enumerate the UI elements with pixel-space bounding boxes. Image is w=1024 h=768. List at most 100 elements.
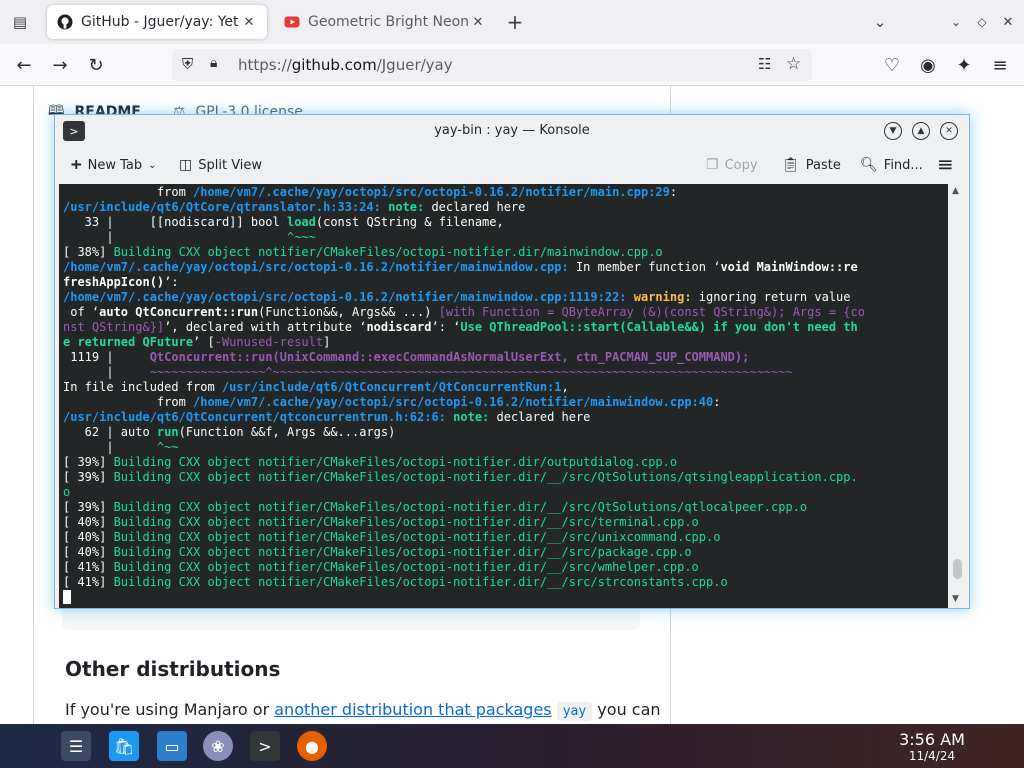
- paste-button[interactable]: 📋︎ Paste: [782, 157, 841, 173]
- terminal-text: freshAppIcon(): [63, 275, 165, 289]
- terminal-text: Use QThreadPool::start(Callable&&) if yo…: [460, 320, 858, 334]
- scroll-down-icon[interactable]: ▼: [952, 594, 959, 604]
- terminal-text: Building CXX object notifier/CMakeFiles/…: [113, 500, 808, 514]
- shield-icon[interactable]: ⛨: [182, 55, 193, 73]
- window-title: yay-bin : yay — Konsole: [434, 123, 590, 138]
- terminal-scrollbar[interactable]: ▲ ▼: [950, 184, 965, 608]
- new-tab-label: New Tab: [87, 157, 143, 173]
- terminal-text: nodiscard: [366, 320, 432, 334]
- tab-title: Geometric Bright Neon Tr: [308, 14, 470, 30]
- tab-github-yay[interactable]: GitHub - Jguer/yay: Yet an ✕: [47, 5, 267, 39]
- url-scheme: https://: [238, 56, 292, 74]
- url-bar[interactable]: ⛨ 🔒︎ https://github.com/Jguer/yay ☷ ☆: [172, 49, 812, 81]
- terminal-text: In file included from: [63, 380, 222, 394]
- list-all-tabs-icon[interactable]: ▤: [8, 10, 32, 34]
- github-icon: [57, 14, 73, 30]
- close-icon[interactable]: ✕: [940, 122, 958, 140]
- terminal-text: 33 | [[nodiscard]] bool: [63, 215, 287, 229]
- terminal-line: 1119 | QtConcurrent::run(UnixCommand::ex…: [63, 350, 865, 365]
- tab-neon[interactable]: Geometric Bright Neon Tr ✕: [274, 5, 496, 39]
- terminal-text: o: [63, 485, 71, 499]
- terminal-line: [ 39%] Building CXX object notifier/CMak…: [63, 470, 865, 485]
- reload-icon[interactable]: ↻: [82, 52, 110, 78]
- konsole-toolbar: ➕︎ New Tab ⌄ ◫ Split View ❐ Copy 📋︎ Past…: [55, 147, 969, 183]
- terminal-text: In member function ‘: [568, 260, 721, 274]
- terminal-text: |: [63, 230, 287, 244]
- terminal-line: /home/vm7/.cache/yay/octopi/src/octopi-0…: [63, 290, 865, 305]
- terminal-line: [ 41%] Building CXX object notifier/CMak…: [63, 560, 865, 575]
- scroll-up-icon[interactable]: ▲: [952, 186, 959, 196]
- konsole-titlebar[interactable]: > yay-bin : yay — Konsole ▼ ▲ ✕: [55, 115, 969, 147]
- terminal-text: [ 39%]: [63, 455, 114, 469]
- paragraph-text-end: you can: [592, 700, 661, 719]
- terminal-text: from: [63, 185, 194, 199]
- terminal-text: ’ [: [193, 335, 215, 349]
- split-view-icon: ◫: [179, 157, 193, 173]
- maximize-icon[interactable]: ▲: [912, 122, 930, 140]
- terminal-line: freshAppIcon()’:: [63, 275, 865, 290]
- bookmark-star-icon[interactable]: ☆: [786, 54, 801, 74]
- firefox-icon[interactable]: ●: [297, 731, 327, 761]
- terminal-text: Building CXX object notifier/CMakeFiles/…: [113, 545, 692, 559]
- find-button[interactable]: 🔍︎ Find...: [860, 157, 923, 173]
- terminal-text: load: [286, 215, 316, 229]
- terminal-text: Building CXX object notifier/CMakeFiles/…: [113, 515, 699, 529]
- terminal-text: note:: [453, 410, 490, 424]
- scrollbar-thumb[interactable]: [953, 559, 962, 579]
- clock-date[interactable]: 11/4/24: [882, 749, 982, 763]
- terminal-text: declared here: [424, 200, 526, 214]
- terminal-text: nst QString&}]: [63, 320, 165, 334]
- terminal-text: [ 39%]: [63, 470, 114, 484]
- new-tab-icon[interactable]: +: [503, 10, 527, 34]
- terminal-output[interactable]: from /home/vm7/.cache/yay/octopi/src/oct…: [59, 184, 948, 608]
- file-manager-icon[interactable]: ▭: [157, 731, 187, 761]
- terminal-text: /home/vm7/.cache/yay/octopi/src/octopi-0…: [193, 395, 714, 409]
- url-path: /Jguer/yay: [376, 56, 453, 74]
- clock-time[interactable]: 3:56 AM: [882, 730, 982, 749]
- scrollbar-track[interactable]: [953, 200, 962, 590]
- browser-nav-bar: ← → ↻ ⛨ 🔒︎ https://github.com/Jguer/yay …: [0, 44, 1024, 86]
- account-icon[interactable]: ◉: [914, 52, 942, 78]
- terminal-text: ’:: [164, 275, 179, 289]
- url-text[interactable]: https://github.com/Jguer/yay: [238, 56, 453, 74]
- terminal-text: run: [156, 425, 179, 439]
- chevron-down-icon[interactable]: ⌄: [868, 10, 892, 34]
- terminal-text: Building CXX object notifier/CMakeFiles/…: [113, 470, 858, 484]
- find-label: Find...: [883, 157, 923, 173]
- minimize-icon[interactable]: ▼: [884, 122, 902, 140]
- maximize-window-icon[interactable]: ◇: [970, 10, 994, 34]
- close-tab-icon[interactable]: ✕: [470, 15, 486, 30]
- terminal-text: (const QString & filename,: [315, 215, 504, 229]
- terminal-text: Building CXX object notifier/CMakeFiles/…: [113, 245, 663, 259]
- reader-view-icon[interactable]: ☷: [758, 55, 771, 73]
- back-arrow-icon[interactable]: ←: [10, 52, 38, 78]
- terminal-line: from /home/vm7/.cache/yay/octopi/src/oct…: [63, 185, 865, 200]
- pocket-icon[interactable]: ♡: [878, 52, 906, 78]
- distribution-link[interactable]: another distribution that packages: [274, 700, 551, 719]
- copy-button[interactable]: ❐ Copy: [706, 157, 758, 173]
- split-view-button[interactable]: ◫ Split View: [179, 157, 262, 173]
- system-settings-icon[interactable]: ☰: [61, 731, 91, 761]
- terminal-text: [ 39%]: [63, 500, 114, 514]
- forward-arrow-icon[interactable]: →: [46, 52, 74, 78]
- terminal-line: 33 | [[nodiscard]] bool load(const QStri…: [63, 215, 865, 230]
- extensions-icon[interactable]: ✦: [950, 52, 978, 78]
- terminal-text: note:: [388, 200, 425, 214]
- octopi-icon[interactable]: ❀: [203, 731, 233, 761]
- terminal-text: 1119 |: [63, 350, 150, 364]
- section-heading: Other distributions: [65, 657, 281, 681]
- discover-store-icon[interactable]: 🛍︎: [109, 731, 139, 761]
- konsole-icon[interactable]: >: [250, 731, 280, 761]
- copy-icon: ❐: [706, 157, 719, 173]
- close-tab-icon[interactable]: ✕: [241, 15, 257, 30]
- terminal-line: | ^~~~: [63, 230, 865, 245]
- hamburger-menu-icon[interactable]: ≡: [937, 152, 954, 176]
- terminal-text: of ‘: [63, 305, 100, 319]
- terminal-text: QtConcurrent::run(UnixCommand::execComma…: [149, 350, 750, 364]
- inline-code: yay: [556, 702, 593, 721]
- hamburger-menu-icon[interactable]: ≡: [986, 52, 1014, 78]
- new-tab-button[interactable]: ➕︎ New Tab ⌄: [71, 157, 156, 173]
- close-window-icon[interactable]: ✕: [996, 10, 1020, 34]
- minimize-window-icon[interactable]: ⌄: [944, 10, 968, 34]
- lock-icon[interactable]: 🔒︎: [210, 55, 217, 71]
